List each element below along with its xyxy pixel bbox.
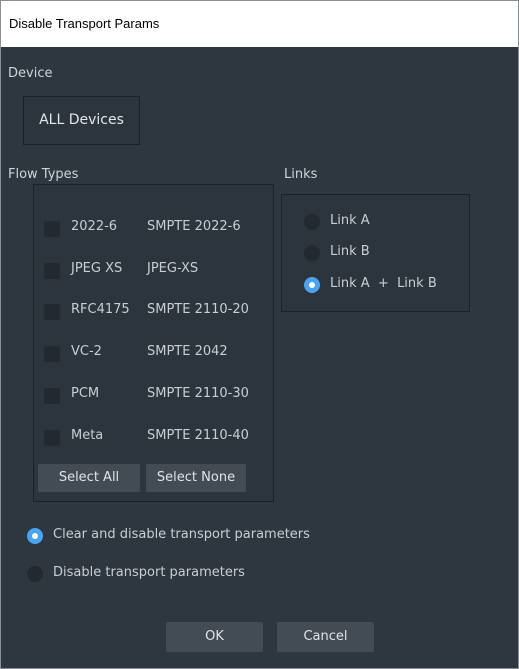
flow-type-name: JPEG-XS: [147, 261, 199, 276]
link-a-radio[interactable]: [304, 214, 320, 230]
flow-types-label: Flow Types: [8, 167, 79, 182]
select-all-button[interactable]: Select All: [38, 464, 140, 492]
flow-type-name: SMPTE 2022-6: [147, 219, 241, 234]
flow-type-name: SMPTE 2110-30: [147, 386, 249, 401]
mode-option-label: Disable transport parameters: [53, 565, 245, 580]
mode-option-label: Clear and disable transport parameters: [53, 527, 310, 542]
flow-type-row[interactable]: PCM SMPTE 2110-30: [34, 383, 274, 407]
disable-radio[interactable]: [27, 566, 43, 582]
flow-type-checkbox[interactable]: [44, 346, 60, 362]
flow-type-code: RFC4175: [71, 302, 130, 317]
device-label: Device: [8, 66, 53, 81]
link-option-label: Link A: [330, 213, 370, 228]
links-group: Link A Link B Link A + Link B: [281, 194, 470, 312]
link-option-label: Link B: [330, 244, 370, 259]
ok-button[interactable]: OK: [166, 622, 263, 652]
link-option-label: Link A + Link B: [330, 276, 437, 291]
flow-type-checkbox[interactable]: [44, 430, 60, 446]
flow-type-row[interactable]: RFC4175 SMPTE 2110-20: [34, 299, 274, 323]
flow-type-checkbox[interactable]: [44, 221, 60, 237]
flow-type-name: SMPTE 2042: [147, 344, 228, 359]
flow-type-code: VC-2: [71, 344, 102, 359]
flow-type-row[interactable]: 2022-6 SMPTE 2022-6: [34, 216, 274, 240]
select-none-button[interactable]: Select None: [146, 464, 246, 492]
flow-type-name: SMPTE 2110-20: [147, 302, 249, 317]
link-b-radio[interactable]: [304, 245, 320, 261]
flow-type-name: SMPTE 2110-40: [147, 428, 249, 443]
flow-type-code: JPEG XS: [71, 261, 123, 276]
device-selector[interactable]: ALL Devices: [23, 96, 140, 145]
link-a-plus-b-radio[interactable]: [304, 277, 320, 293]
dialog-title: Disable Transport Params: [1, 1, 518, 47]
cancel-button[interactable]: Cancel: [277, 622, 374, 652]
flow-type-code: 2022-6: [71, 219, 118, 234]
dialog-window: Disable Transport Params Device ALL Devi…: [0, 0, 519, 669]
flow-type-checkbox[interactable]: [44, 304, 60, 320]
flow-type-checkbox[interactable]: [44, 388, 60, 404]
flow-type-row[interactable]: JPEG XS JPEG-XS: [34, 258, 274, 282]
flow-type-row[interactable]: VC-2 SMPTE 2042: [34, 341, 274, 365]
flow-type-code: PCM: [71, 386, 100, 401]
flow-types-group: 2022-6 SMPTE 2022-6 JPEG XS JPEG-XS RFC4…: [33, 184, 274, 502]
flow-type-checkbox[interactable]: [44, 263, 60, 279]
clear-and-disable-radio[interactable]: [27, 528, 43, 544]
links-label: Links: [284, 167, 318, 182]
flow-type-code: Meta: [71, 428, 104, 443]
flow-type-row[interactable]: Meta SMPTE 2110-40: [34, 425, 274, 449]
